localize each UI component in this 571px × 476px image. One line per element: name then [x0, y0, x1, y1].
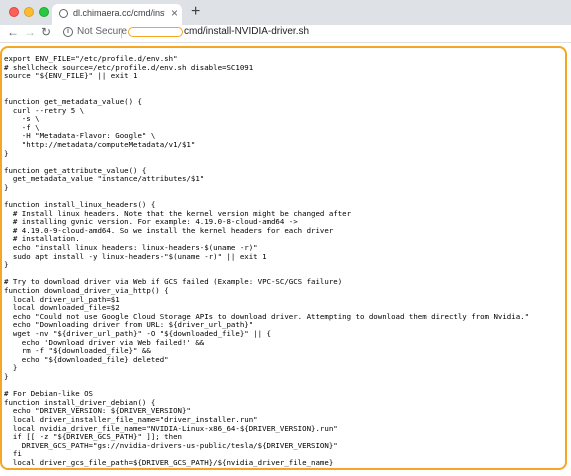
forward-button[interactable]: →: [24, 25, 36, 40]
tab-title: dl.chimaera.cc/cmd/install-NVI: [73, 8, 165, 18]
tab-active[interactable]: dl.chimaera.cc/cmd/install-NVI ×: [52, 4, 182, 25]
code-line: }: [4, 260, 9, 270]
reload-button[interactable]: ↻: [41, 25, 51, 40]
code-line: get_metadata_value "instance/attributes/…: [4, 174, 205, 184]
script-source: export ENV_FILE="/etc/profile.d/env.sh" …: [2, 48, 565, 468]
close-window-button[interactable]: [9, 7, 19, 17]
code-line: }: [4, 371, 9, 381]
address-separator: [121, 28, 122, 38]
address-bar-url[interactable]: cmd/install-NVIDIA-driver.sh: [184, 26, 309, 37]
toolbar-divider: [0, 42, 571, 43]
new-tab-button[interactable]: +: [191, 3, 200, 21]
code-line: source "${ENV_FILE}" || exit 1: [4, 71, 138, 81]
code-line: "http://metadata/computeMetadata/v1/$1": [4, 139, 196, 149]
minimize-window-button[interactable]: [24, 7, 34, 17]
globe-icon: [59, 9, 68, 18]
redacted-domain: [128, 27, 183, 37]
maximize-window-button[interactable]: [39, 7, 49, 17]
security-label[interactable]: Not Secure: [77, 26, 127, 37]
browser-toolbar: ← → ↻ i Not Secure cmd/install-NVIDIA-dr…: [0, 25, 571, 42]
code-line: sudo apt install -y linux-headers-"$(una…: [4, 251, 267, 261]
code-line: echo "${downloaded_file} deleted": [4, 354, 169, 364]
back-button[interactable]: ←: [7, 25, 19, 40]
code-line: }: [4, 182, 9, 192]
code-line: }: [4, 148, 9, 158]
code-line: echo "Downloading driver from GCS locati…: [4, 467, 369, 468]
page-content: export ENV_FILE="/etc/profile.d/env.sh" …: [0, 46, 567, 470]
code-line: DRIVER_GCS_PATH="gs://nvidia-drivers-us-…: [4, 440, 338, 450]
close-tab-icon[interactable]: ×: [171, 7, 178, 20]
info-icon[interactable]: i: [63, 27, 73, 37]
tab-bar: dl.chimaera.cc/cmd/install-NVI × +: [0, 0, 571, 25]
